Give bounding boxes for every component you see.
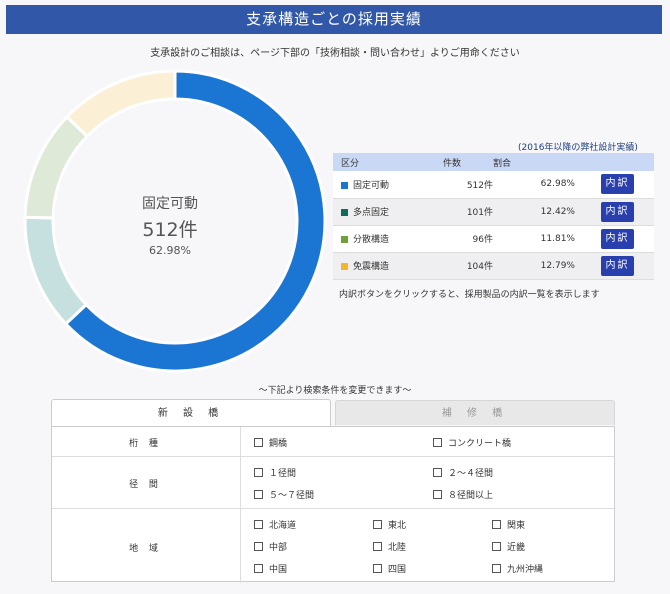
checkbox-hokuriku[interactable]: 北陸 — [373, 540, 406, 553]
row-ratio: 12.42% — [493, 198, 575, 226]
consultation-note: 支承設計のご相談は、ページ下部の「技術相談・問い合わせ」よりご用命ください — [150, 48, 520, 59]
search-note: ～下記より検索条件を変更できます～ — [258, 386, 412, 396]
checkbox-concrete-bridge[interactable]: コンクリート橋 — [433, 436, 511, 449]
breakdown-button-fixed-movable[interactable]: 内訳 — [601, 174, 634, 195]
donut-center: 固定可動 512件 62.98% — [90, 193, 250, 257]
checkbox-chubu[interactable]: 中部 — [254, 540, 287, 553]
table-caption: 内訳ボタンをクリックすると、採用製品の内訳一覧を表示します — [339, 290, 600, 300]
row-count: 104件 — [443, 252, 493, 280]
table-row: 多点固定 101件 12.42% 内訳 — [333, 198, 654, 226]
page-title: 支承構造ごとの採用実績 — [6, 5, 662, 34]
slice-multi-point-fixed[interactable] — [23, 215, 89, 326]
row-span: 径 間 １径間 ２～４径間 ５～７径間 ８径間以上 — [52, 457, 614, 509]
row-category: 分散構造 — [353, 235, 390, 245]
checkbox-span-5-7[interactable]: ５～７径間 — [254, 488, 314, 501]
breakdown-button-seismic-isolation[interactable]: 内訳 — [601, 255, 634, 276]
swatch-distributed — [341, 236, 348, 243]
checkbox-kyushu-okinawa[interactable]: 九州沖縄 — [492, 562, 543, 575]
checkbox-kanto[interactable]: 関東 — [492, 518, 525, 531]
breakdown-button-multi-point-fixed[interactable]: 内訳 — [601, 201, 634, 222]
row-ratio: 12.79% — [493, 252, 575, 280]
breakdown-button-distributed[interactable]: 内訳 — [601, 228, 634, 249]
table-header-row: 区分 件数 割合 — [333, 153, 654, 171]
table-row: 免震構造 104件 12.79% 内訳 — [333, 252, 654, 280]
slice-seismic-isolation[interactable] — [64, 69, 177, 139]
row-girder-type: 桁 種 鋼橋 コンクリート橋 — [52, 427, 614, 457]
header-ratio: 割合 — [493, 153, 575, 171]
row-region: 地 域 北海道 東北 関東 中部 北陸 近畿 中国 四国 九州沖縄 — [52, 509, 614, 583]
swatch-seismic-isolation — [341, 263, 348, 270]
row-ratio: 11.81% — [493, 225, 575, 253]
slice-distributed[interactable] — [23, 114, 90, 220]
tab-repair-bridge[interactable]: 補 修 橋 — [335, 400, 615, 425]
checkbox-hokkaido[interactable]: 北海道 — [254, 518, 296, 531]
label-span: 径 間 — [129, 480, 162, 490]
checkbox-span-8-plus[interactable]: ８径間以上 — [433, 488, 493, 501]
checkbox-shikoku[interactable]: 四国 — [373, 562, 406, 575]
table-row: 分散構造 96件 11.81% 内訳 — [333, 225, 654, 253]
swatch-fixed-movable — [341, 181, 348, 189]
swatch-multi-point-fixed — [341, 209, 348, 216]
row-category: 固定可動 — [353, 180, 390, 191]
row-category: 多点固定 — [353, 208, 390, 218]
row-category: 免震構造 — [353, 262, 390, 272]
checkbox-tohoku[interactable]: 東北 — [373, 518, 406, 531]
row-ratio: 62.98% — [493, 171, 575, 199]
row-count: 512件 — [443, 171, 493, 199]
search-conditions-panel: 桁 種 鋼橋 コンクリート橋 径 間 １径間 ２～４径間 ５～７径間 ８径間以上… — [51, 426, 615, 583]
tab-new-bridge[interactable]: 新 設 橋 — [51, 399, 331, 427]
center-category: 固定可動 — [142, 196, 198, 212]
label-region: 地 域 — [129, 544, 162, 554]
checkbox-kinki[interactable]: 近畿 — [492, 540, 525, 553]
label-girder-type: 桁 種 — [129, 439, 162, 449]
center-count: 512件 — [142, 219, 198, 241]
center-percent: 62.98% — [149, 244, 191, 257]
breakdown-table: 区分 件数 割合 固定可動 512件 62.98% 内訳 多点固定 101件 1… — [333, 153, 654, 280]
checkbox-steel-bridge[interactable]: 鋼橋 — [254, 436, 287, 449]
table-note: (2016年以降の弊社設計実績) — [518, 143, 638, 153]
header-category: 区分 — [333, 153, 443, 171]
row-count: 101件 — [443, 198, 493, 226]
table-row: 固定可動 512件 62.98% 内訳 — [333, 171, 654, 199]
header-count: 件数 — [443, 153, 493, 171]
checkbox-span-2-4[interactable]: ２～４径間 — [433, 466, 493, 479]
row-count: 96件 — [443, 225, 493, 253]
checkbox-chugoku[interactable]: 中国 — [254, 562, 287, 575]
checkbox-span-1[interactable]: １径間 — [254, 466, 296, 479]
header-action — [575, 153, 654, 171]
